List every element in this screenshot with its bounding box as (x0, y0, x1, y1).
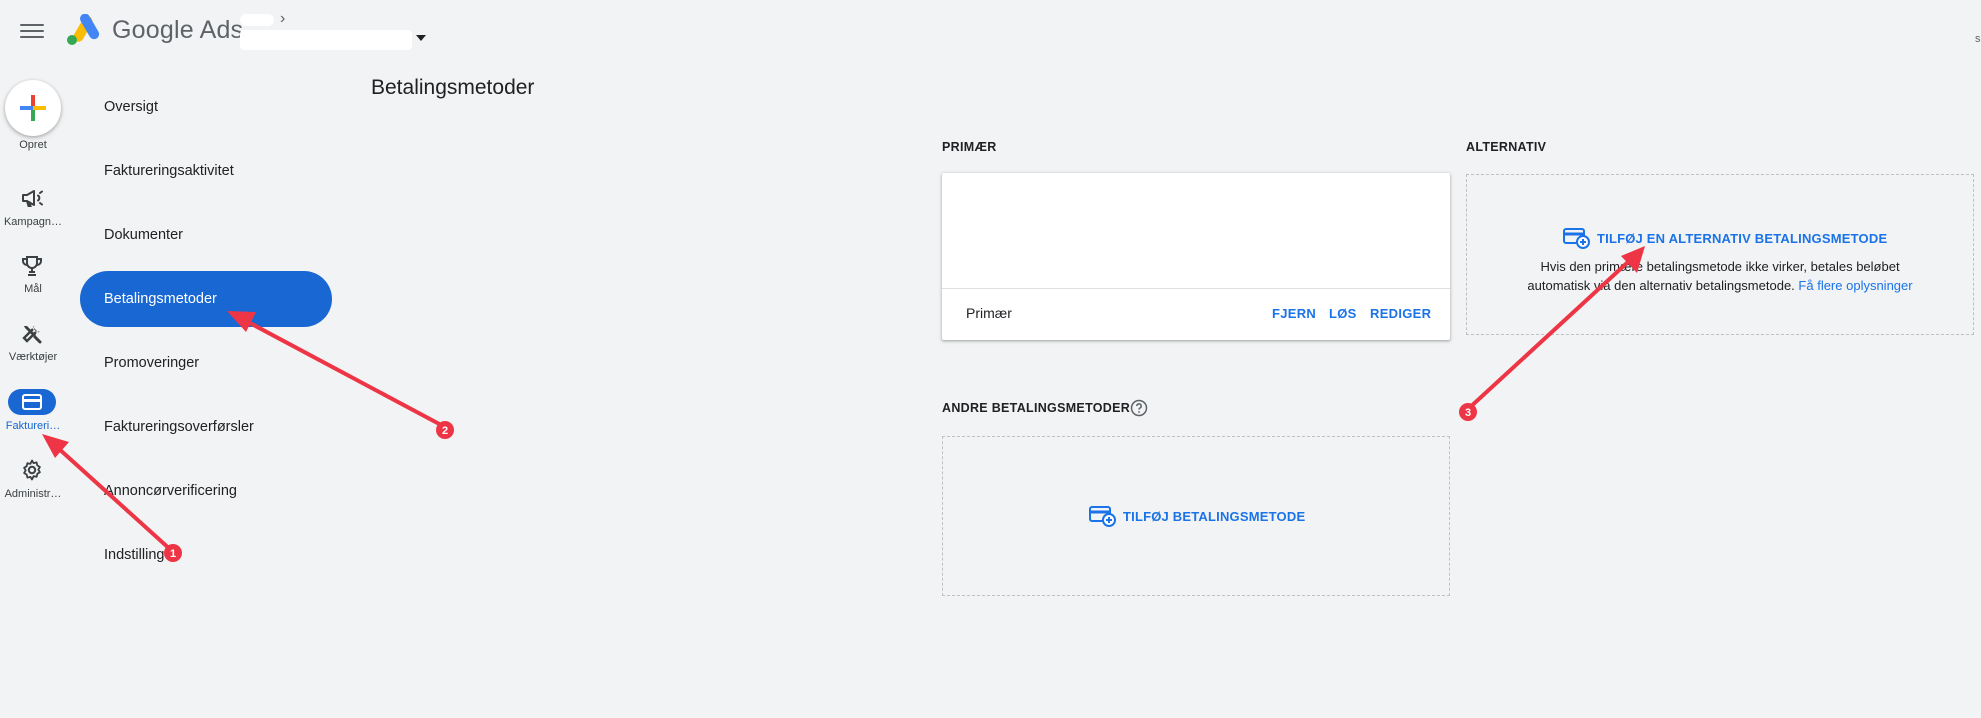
account-selector[interactable] (240, 30, 412, 50)
add-alternative-payment-button[interactable]: TILFØJ EN ALTERNATIV BETALINGSMETODE (1563, 227, 1887, 249)
nav-item-overview[interactable]: Oversigt (80, 79, 332, 135)
account-breadcrumb[interactable] (240, 14, 274, 26)
rail-item-goals[interactable]: Mål (0, 254, 66, 302)
nav-item-payment-methods[interactable]: Betalingsmetoder (80, 271, 332, 327)
alternative-description: Hvis den primære betalingsmetode ikke vi… (1527, 259, 1913, 293)
credit-card-icon (22, 394, 42, 410)
nav-item-billing-activity[interactable]: Faktureringsaktivitet (80, 143, 332, 199)
trophy-icon (22, 256, 42, 276)
chevron-right-icon: › (280, 10, 286, 27)
rail-item-tools[interactable]: Værktøjer (0, 322, 66, 370)
resolve-button[interactable]: LØS (1329, 306, 1357, 321)
primary-section-label: PRIMÆR (942, 140, 997, 154)
header-edge-text: s (1975, 33, 1981, 45)
rail-item-billing[interactable] (8, 389, 56, 415)
rail-label-goals: Mål (24, 283, 42, 295)
tools-icon (22, 325, 42, 344)
create-button[interactable] (5, 80, 61, 136)
add-card-icon (1563, 228, 1590, 249)
megaphone-icon (22, 190, 43, 207)
hamburger-menu-icon (20, 24, 44, 26)
nav-item-promotions[interactable]: Promoveringer (80, 335, 332, 391)
google-ads-logo-icon (67, 14, 100, 45)
create-label: Opret (19, 139, 47, 151)
rail-label-admin: Administr… (4, 488, 62, 500)
annotation-badge: 3 (1459, 403, 1477, 421)
alternative-payment-box: TILFØJ EN ALTERNATIV BETALINGSMETODE Hvi… (1466, 174, 1974, 335)
annotation-badge: 2 (436, 421, 454, 439)
help-icon[interactable] (1130, 399, 1148, 417)
annotation-arrowhead (42, 434, 69, 458)
add-payment-method-button[interactable]: TILFØJ BETALINGSMETODE (1089, 505, 1305, 527)
svg-text:2: 2 (442, 425, 448, 437)
primary-payment-card: Primær FJERN LØS REDIGER (942, 173, 1450, 340)
add-card-icon (1089, 506, 1116, 527)
remove-button[interactable]: FJERN (1272, 306, 1316, 321)
other-methods-section-label: ANDRE BETALINGSMETODER (942, 401, 1131, 415)
main-menu-button[interactable] (20, 20, 44, 42)
primary-card-label: Primær (966, 305, 1012, 321)
page-title: Betalingsmetoder (371, 76, 535, 99)
alternative-section-label: ALTERNATIV (1466, 140, 1547, 154)
nav-item-billing-transfers[interactable]: Faktureringsoverførsler (80, 399, 332, 455)
dropdown-caret-icon[interactable] (416, 35, 426, 41)
edit-button[interactable]: REDIGER (1370, 306, 1431, 321)
app-name: Google Ads (112, 16, 244, 44)
rail-item-campaigns[interactable]: Kampagn… (0, 186, 66, 234)
other-payment-methods-box: TILFØJ BETALINGSMETODE (942, 436, 1450, 596)
nav-item-settings[interactable]: Indstillinger (80, 527, 332, 583)
learn-more-link[interactable]: Få flere oplysninger (1798, 278, 1912, 293)
gear-icon (23, 459, 41, 481)
rail-label-billing: Faktureri… (5, 420, 61, 432)
rail-item-admin[interactable]: Administr… (0, 458, 66, 506)
card-divider (942, 288, 1450, 289)
rail-label-tools: Værktøjer (8, 351, 58, 363)
nav-item-documents[interactable]: Dokumenter (80, 207, 332, 263)
nav-item-advertiser-verification[interactable]: Annoncørverificering (80, 463, 332, 519)
rail-label-campaigns: Kampagn… (3, 216, 63, 228)
svg-text:3: 3 (1465, 407, 1471, 419)
